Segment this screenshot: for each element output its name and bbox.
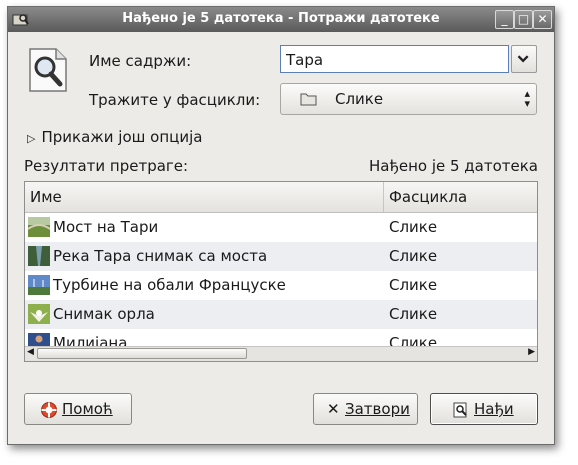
close-button-label: Затвори [345,400,410,418]
minimize-button[interactable]: _ [495,10,514,29]
bridge-thumbnail-icon [28,217,50,237]
minimize-icon: _ [501,12,508,26]
close-icon: ✕ [537,12,548,26]
column-header-name[interactable]: Име [25,182,384,212]
title-bar[interactable]: Нађено је 5 датотека - Потражи датотеке … [8,7,554,32]
scroll-left-icon[interactable]: ◀ [27,347,34,357]
horizontal-scrollbar[interactable]: ◀ ▶ [25,346,537,361]
more-options-label: Прикажи још опција [41,128,203,146]
help-button[interactable]: Помоћ [24,393,132,425]
more-options-expander[interactable]: ▷ Прикажи још опција [27,128,202,146]
folder-combo-value: Слике [335,90,384,108]
close-x-icon: ✕ [327,400,340,418]
turbines-thumbnail-icon [28,275,50,295]
chevron-down-icon [517,55,529,63]
result-row[interactable]: Турбине на обали Француске Слике [25,271,537,300]
close-button[interactable]: ✕ Затвори [313,393,418,425]
search-results-label: Резултати претраге: [24,157,189,175]
window-title: Нађено је 5 датотека - Потражи датотеке [122,11,440,26]
expander-arrow-icon: ▷ [27,132,36,145]
scrollbar-thumb[interactable] [37,348,247,359]
search-files-dialog: Нађено је 5 датотека - Потражи датотеке … [7,6,555,445]
eagle-thumbnail-icon [28,304,50,324]
result-row[interactable]: Мост на Тари Слике [25,213,537,242]
name-contains-label: Име садржи: [89,52,192,70]
column-header-folder[interactable]: Фасцикла [389,188,467,206]
river-thumbnail-icon [28,246,50,266]
search-document-icon [29,48,67,92]
result-row[interactable]: Снимак орла Слике [25,300,537,329]
maximize-button[interactable]: □ [514,10,533,29]
name-history-dropdown-button[interactable] [511,45,537,73]
folder-icon [300,93,317,106]
results-list[interactable]: Име Фасцикла Мост на Тари Слике Река Тар… [24,181,538,362]
name-contains-input[interactable]: Тара [280,45,509,73]
find-button-label: Нађи [474,400,514,418]
results-header: Име Фасцикла [25,182,537,213]
help-button-label: Помоћ [62,400,113,418]
find-icon [453,402,467,418]
scroll-right-icon[interactable]: ▶ [528,347,535,357]
folder-combo[interactable]: Слике ▴ ▾ [280,83,537,115]
close-window-button[interactable]: ✕ [533,10,552,29]
results-count-status: Нађено је 5 датотека [369,157,538,175]
lifebuoy-icon [41,402,57,418]
look-in-folder-label: Тражите у фасцикли: [89,91,261,109]
find-button[interactable]: Нађи [430,393,538,425]
name-contains-value: Тара [286,51,324,69]
updown-arrow-icon: ▴ ▾ [524,87,530,110]
maximize-icon: □ [517,12,530,26]
result-row[interactable]: Река Тара снимак са моста Слике [25,242,537,271]
